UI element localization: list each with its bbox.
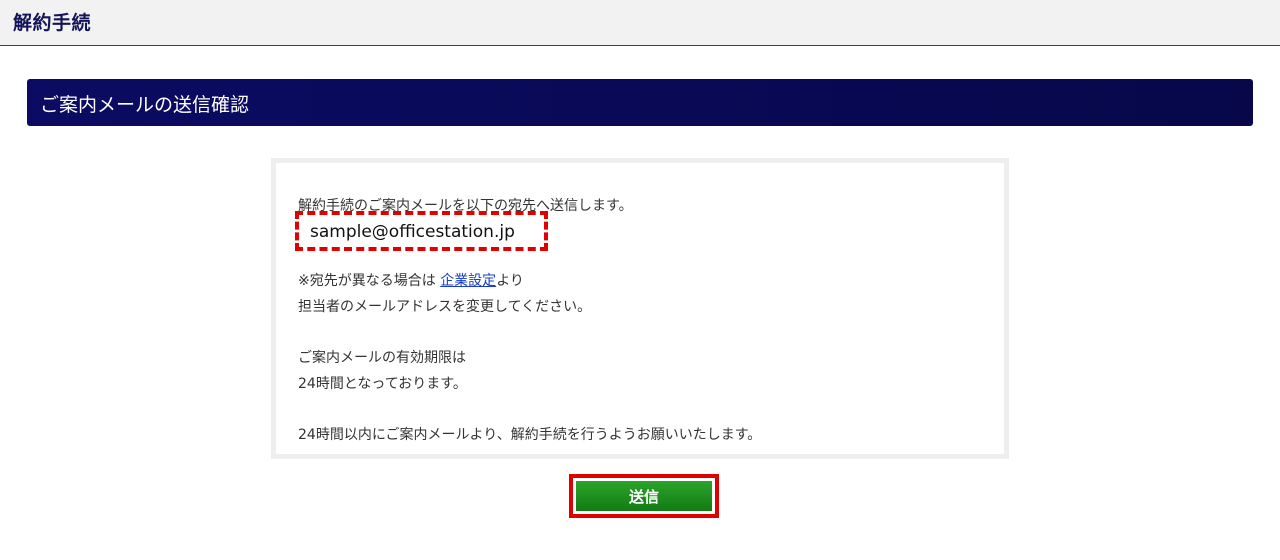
request-text: 24時間以内にご案内メールより、解約手続を行うようお願いいたします。: [298, 427, 762, 443]
note-suffix: より: [496, 273, 524, 289]
email-highlight: sample@officestation.jp: [295, 211, 548, 251]
page-header: 解約手続: [0, 0, 1280, 46]
validity-line-2: 24時間となっております。: [298, 376, 467, 392]
send-button[interactable]: 送信: [576, 481, 712, 511]
validity-line-1: ご案内メールの有効期限は: [298, 350, 466, 366]
note-prefix: ※宛先が異なる場合は: [298, 273, 441, 289]
message-box: 解約手続のご案内メールを以下の宛先へ送信します。 sample@officest…: [271, 158, 1009, 459]
page-title: 解約手続: [13, 12, 92, 34]
email-address: sample@officestation.jp: [310, 222, 515, 242]
section-bar: ご案内メールの送信確認: [27, 79, 1253, 126]
note-line-2: 担当者のメールアドレスを変更してください。: [298, 299, 592, 315]
section-title: ご案内メールの送信確認: [40, 94, 250, 116]
send-button-highlight: 送信: [569, 474, 719, 518]
note-line: ※宛先が異なる場合は 企業設定より: [298, 270, 524, 290]
company-settings-link[interactable]: 企業設定: [440, 273, 496, 289]
